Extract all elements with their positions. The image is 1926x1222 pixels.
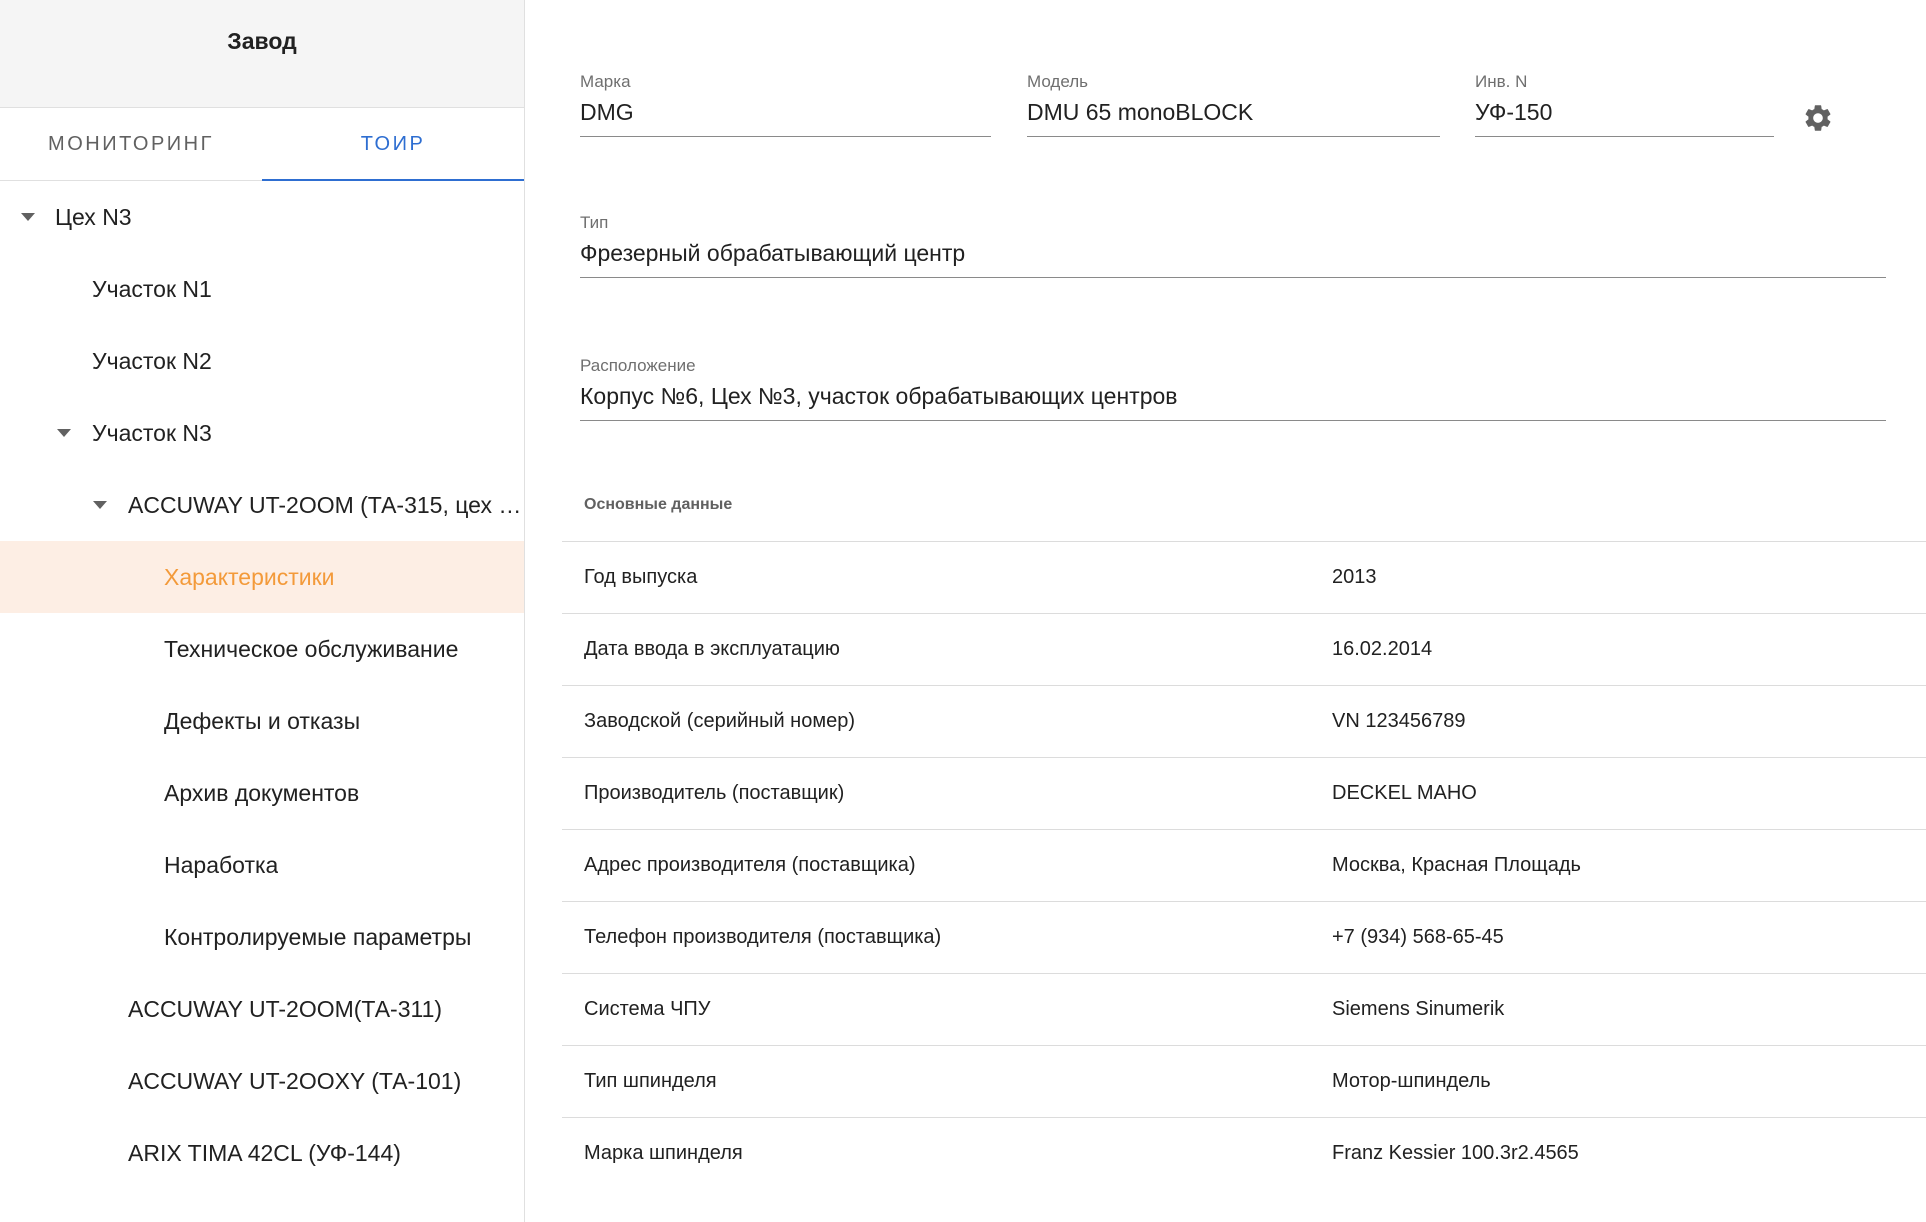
properties-table: Год выпуска 2013 Дата ввода в эксплуатац… — [562, 541, 1926, 1189]
tree-item-monitored-params[interactable]: Контролируемые параметры — [0, 901, 524, 973]
property-name: Тип шпинделя — [584, 1070, 717, 1092]
tree-item-label: Участок N3 — [92, 419, 212, 446]
tree-item-label: Техническое обслуживание — [164, 635, 459, 662]
inventory-field[interactable]: Инв. N УФ-150 — [1475, 72, 1774, 137]
tree-item-documents[interactable]: Архив документов — [0, 757, 524, 829]
tab-bar: Мониторинг ТОиР — [0, 108, 524, 181]
tree-item-section-1[interactable]: Участок N1 — [0, 253, 524, 325]
property-value: Мотор-шпиндель — [1332, 1070, 1491, 1092]
table-row: Телефон производителя (поставщика) +7 (9… — [562, 901, 1926, 973]
property-name: Заводской (серийный номер) — [584, 710, 856, 732]
table-row: Заводской (серийный номер) VN 123456789 — [562, 685, 1926, 757]
property-name: Адрес производителя (поставщика) — [584, 854, 916, 876]
model-field[interactable]: Модель DMU 65 monoBLOCK — [1027, 72, 1440, 137]
property-name: Марка шпинделя — [584, 1142, 743, 1164]
caret-down-icon[interactable] — [57, 429, 71, 437]
equipment-tree: Цех N3 Участок N1 Участок N2 Участок N3 … — [0, 181, 524, 1189]
app-window: Завод Мониторинг ТОиР Цех N3 Участок N1 … — [0, 0, 1926, 1222]
property-name: Дата ввода в эксплуатацию — [584, 638, 840, 660]
property-value: VN 123456789 — [1332, 710, 1466, 732]
tree-item-machine-ta-315[interactable]: ACCUWAY UT-2OOM (ТА-315, цех … — [0, 469, 524, 541]
caret-down-icon[interactable] — [93, 501, 107, 509]
type-field[interactable]: Тип Фрезерный обрабатывающий центр — [580, 213, 1886, 278]
brand-value[interactable]: DMG — [580, 99, 991, 137]
tree-item-label: Дефекты и отказы — [164, 707, 361, 734]
property-value: Franz Kessier 100.3r2.4565 — [1332, 1142, 1579, 1164]
brand-label: Марка — [580, 72, 631, 91]
tree-item-label: Архив документов — [164, 779, 360, 806]
sidebar-title: Завод — [227, 28, 297, 54]
model-value[interactable]: DMU 65 monoBLOCK — [1027, 99, 1440, 137]
tree-item-label: Участок N1 — [92, 275, 212, 302]
type-value[interactable]: Фрезерный обрабатывающий центр — [580, 240, 1886, 278]
property-value: +7 (934) 568-65-45 — [1332, 926, 1504, 948]
tree-item-label: Цех N3 — [55, 203, 132, 230]
tree-item-maintenance[interactable]: Техническое обслуживание — [0, 613, 524, 685]
table-row: Производитель (поставщик) DECKEL MAHO — [562, 757, 1926, 829]
tab-monitoring[interactable]: Мониторинг — [0, 108, 262, 180]
tree-item-machine-ta-101[interactable]: ACCUWAY UT-2OOXY (ТА-101) — [0, 1045, 524, 1117]
inventory-label: Инв. N — [1475, 72, 1528, 91]
section-title: Основные данные — [584, 496, 733, 513]
tree-item-label: Характеристики — [164, 563, 335, 590]
property-name: Производитель (поставщик) — [584, 782, 845, 804]
tree-item-section-3[interactable]: Участок N3 — [0, 397, 524, 469]
property-value: 16.02.2014 — [1332, 638, 1433, 660]
tree-item-label: ACCUWAY UT-2OOM(ТА-311) — [128, 995, 443, 1022]
property-value: DECKEL MAHO — [1332, 782, 1477, 804]
table-row: Год выпуска 2013 — [562, 541, 1926, 613]
table-row: Адрес производителя (поставщика) Москва,… — [562, 829, 1926, 901]
table-row: Система ЧПУ Siemens Sinumerik — [562, 973, 1926, 1045]
tree-item-characteristics[interactable]: Характеристики — [0, 541, 524, 613]
table-row: Тип шпинделя Мотор-шпиндель — [562, 1045, 1926, 1117]
tree-item-machine-uf-144[interactable]: ARIX TIMA 42CL (УФ-144) — [0, 1117, 524, 1189]
tree-item-workshop-3[interactable]: Цех N3 — [0, 181, 524, 253]
location-label: Расположение — [580, 356, 696, 375]
tree-item-label: ARIX TIMA 42CL (УФ-144) — [128, 1139, 401, 1166]
table-row: Марка шпинделя Franz Kessier 100.3r2.456… — [562, 1117, 1926, 1189]
inventory-value[interactable]: УФ-150 — [1475, 99, 1774, 137]
property-value: Siemens Sinumerik — [1332, 998, 1505, 1020]
tree-item-label: ACCUWAY UT-2OOXY (ТА-101) — [128, 1067, 462, 1094]
table-row: Дата ввода в эксплуатацию 16.02.2014 — [562, 613, 1926, 685]
tree-item-label: ACCUWAY UT-2OOM (ТА-315, цех … — [128, 491, 522, 518]
property-name: Система ЧПУ — [584, 998, 711, 1020]
tree-item-section-2[interactable]: Участок N2 — [0, 325, 524, 397]
brand-field[interactable]: Марка DMG — [580, 72, 991, 137]
tab-toir[interactable]: ТОиР — [262, 108, 524, 181]
tree-item-defects[interactable]: Дефекты и отказы — [0, 685, 524, 757]
tree-item-runtime[interactable]: Наработка — [0, 829, 524, 901]
tree-item-label: Контролируемые параметры — [164, 923, 472, 950]
sidebar-header: Завод — [0, 0, 524, 108]
tree-item-label: Наработка — [164, 851, 279, 878]
main-panel: Марка DMG Модель DMU 65 monoBLOCK Инв. N… — [526, 0, 1926, 1222]
sidebar: Завод Мониторинг ТОиР Цех N3 Участок N1 … — [0, 0, 525, 1222]
property-value: Москва, Красная Площадь — [1332, 854, 1581, 876]
tree-item-machine-ta-311[interactable]: ACCUWAY UT-2OOM(ТА-311) — [0, 973, 524, 1045]
gear-icon[interactable] — [1802, 102, 1834, 134]
property-name: Год выпуска — [584, 566, 698, 588]
caret-down-icon[interactable] — [21, 213, 35, 221]
location-field[interactable]: Расположение Корпус №6, Цех №3, участок … — [580, 356, 1886, 421]
tree-item-label: Участок N2 — [92, 347, 212, 374]
property-name: Телефон производителя (поставщика) — [584, 926, 942, 948]
property-value: 2013 — [1332, 566, 1377, 588]
model-label: Модель — [1027, 72, 1089, 91]
location-value[interactable]: Корпус №6, Цех №3, участок обрабатывающи… — [580, 383, 1886, 421]
type-label: Тип — [580, 213, 609, 232]
